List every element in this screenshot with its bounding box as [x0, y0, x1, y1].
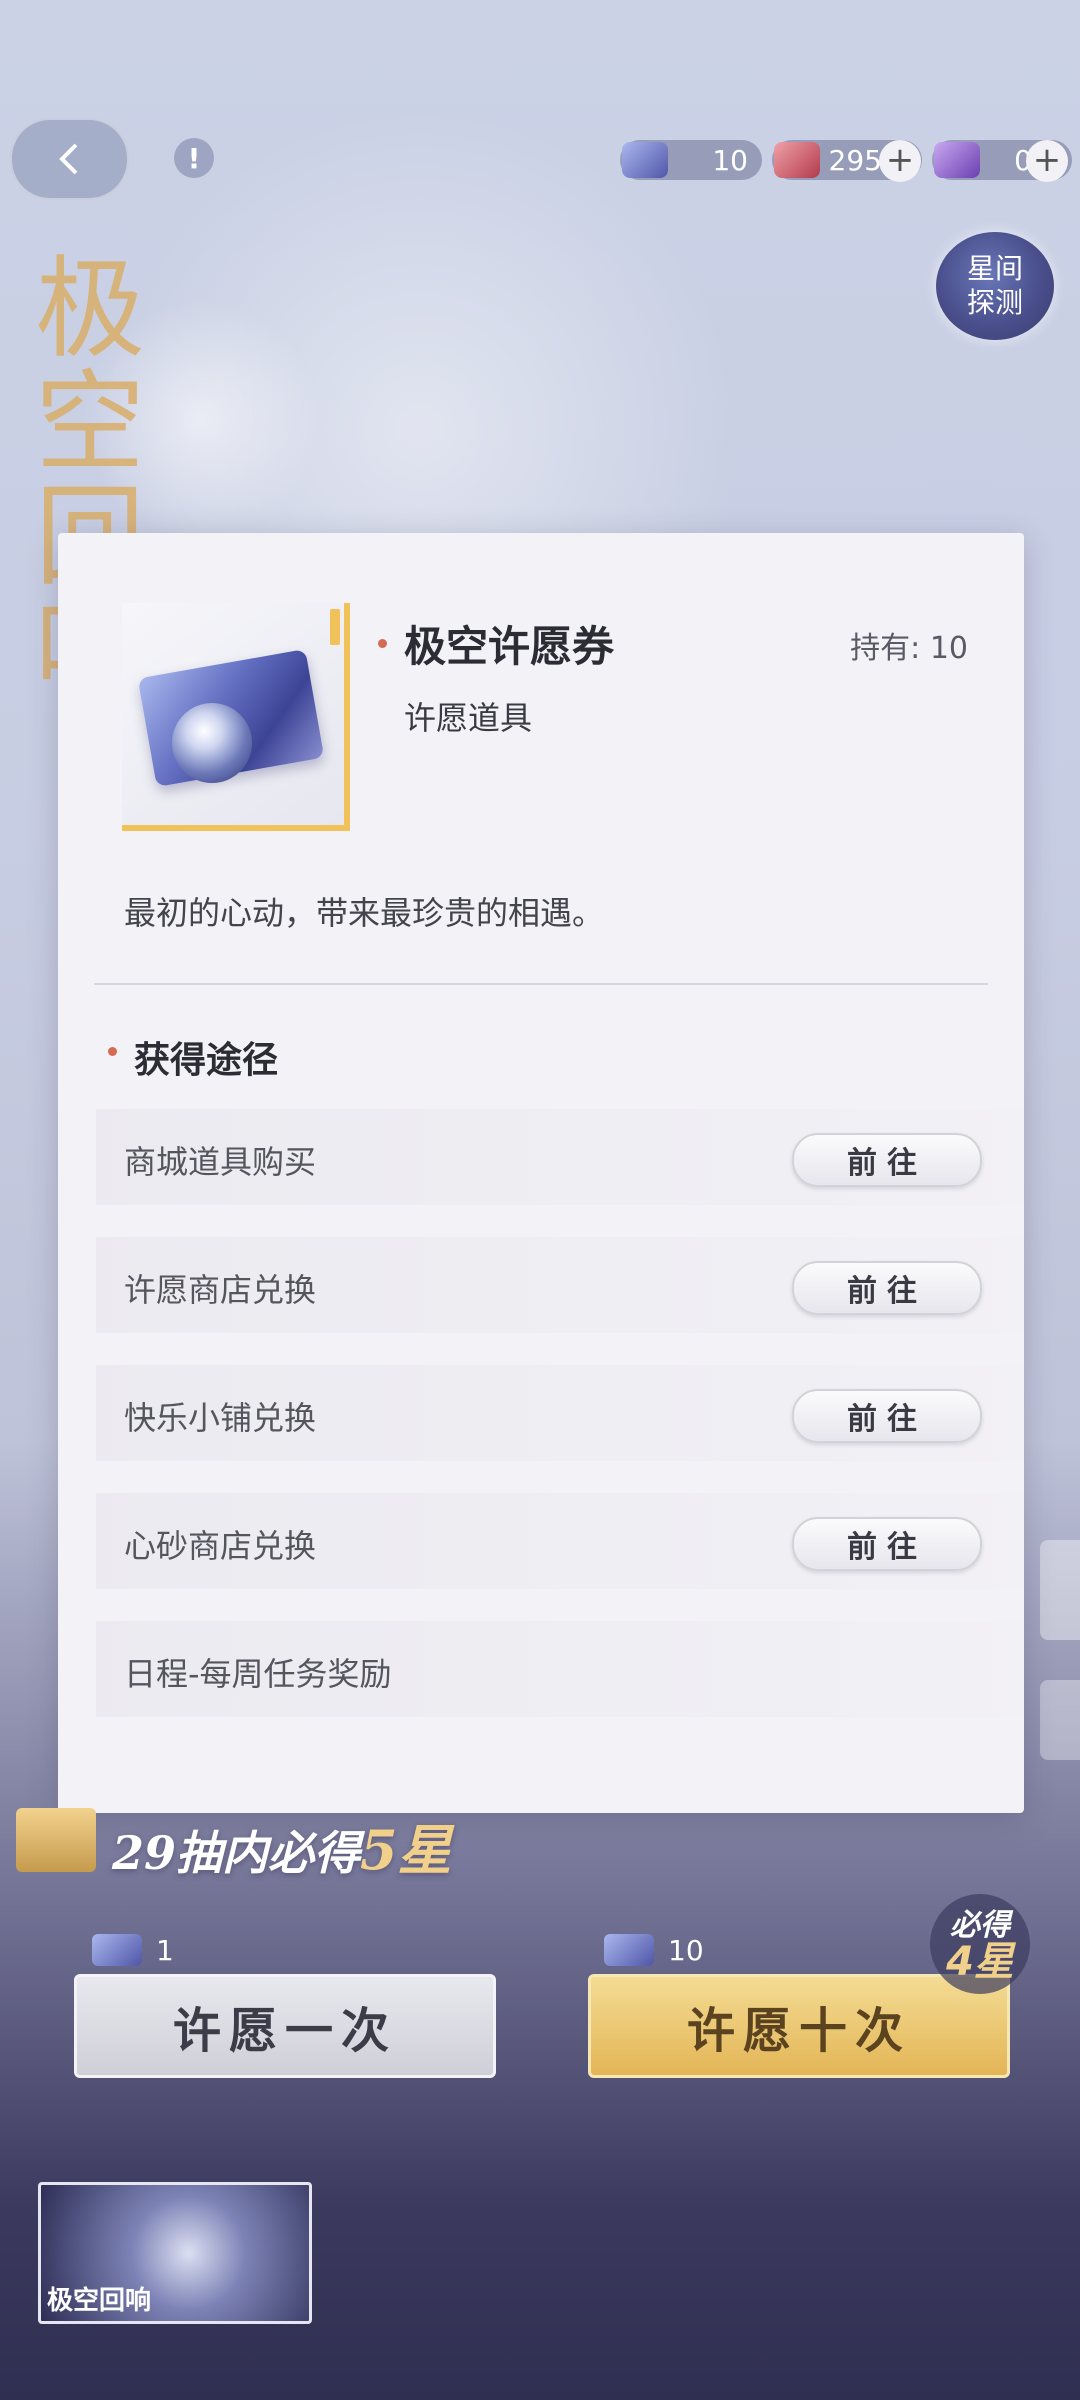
banner-thumbnail-label: 极空回响: [47, 2286, 152, 2316]
gift-icon: [16, 1808, 96, 1872]
item-name: 极空许愿券: [404, 622, 615, 671]
back-button[interactable]: [10, 118, 129, 200]
star-probe-button[interactable]: 星间 探测: [936, 232, 1054, 340]
wish-ten-cost: 10: [604, 1932, 704, 1968]
guarantee-line-2: 4星: [946, 1939, 1014, 1985]
route-row-weekly-task: 日程-每周任务奖励: [96, 1621, 1024, 1717]
item-detail-modal: 极空许愿券 许愿道具 持有: 10 最初的心动，带来最珍贵的相遇。 获得途径 商…: [58, 533, 1024, 1813]
ticket-icon: [92, 1934, 142, 1966]
wish-ten-button[interactable]: 许愿十次: [588, 1974, 1010, 2078]
route-row-wish-shop: 许愿商店兑换 前往: [96, 1237, 1024, 1333]
item-type: 许愿道具: [404, 699, 533, 737]
route-label: 心砂商店兑换: [124, 1527, 317, 1565]
section-dot: [108, 1047, 117, 1056]
item-description: 最初的心动，带来最珍贵的相遇。: [124, 894, 605, 932]
goto-button-happy-shop[interactable]: 前往: [792, 1389, 982, 1443]
route-row-heart-sand-shop: 心砂商店兑换 前往: [96, 1493, 1024, 1589]
route-label: 许愿商店兑换: [124, 1271, 317, 1309]
add-diamond-button[interactable]: +: [879, 140, 921, 182]
pity-text-b: 5星: [360, 1818, 452, 1882]
ticket-icon: [604, 1934, 654, 1966]
info-button[interactable]: !: [174, 138, 214, 178]
wish-ten-cost-value: 10: [668, 1933, 704, 1967]
section-title: 获得途径: [134, 1039, 279, 1081]
wish-once-button[interactable]: 许愿一次: [74, 1974, 496, 2078]
ticket-count: 10: [712, 143, 748, 177]
divider: [94, 983, 988, 985]
item-thumbnail: [122, 603, 350, 831]
star-probe-label-2: 探测: [966, 286, 1023, 319]
ticket-resource: 10: [620, 140, 762, 180]
crystal-icon: [934, 142, 980, 178]
ticket-icon: [622, 142, 668, 178]
chevron-left-icon: [58, 143, 77, 175]
wish-one-cost-value: 1: [156, 1933, 174, 1967]
item-held-count: 持有: 10: [850, 631, 968, 666]
goto-button-mall[interactable]: 前往: [792, 1133, 982, 1187]
info-icon: !: [187, 141, 201, 175]
route-label: 快乐小铺兑换: [124, 1399, 317, 1437]
guarantee-badge: 必得 4星: [930, 1894, 1030, 1994]
goto-button-wish-shop[interactable]: 前往: [792, 1261, 982, 1315]
star-probe-label-1: 星间: [966, 252, 1023, 285]
pity-text: 29抽内必得5星: [112, 1806, 452, 1885]
route-row-mall: 商城道具购买 前往: [96, 1109, 1024, 1205]
pity-text-a: 29抽内必得: [112, 1826, 361, 1880]
route-label: 商城道具购买: [124, 1143, 317, 1181]
side-tab[interactable]: [1040, 1540, 1080, 1640]
wish-ticket-orb: [172, 703, 252, 783]
diamond-icon: [774, 142, 820, 178]
wish-one-cost: 1: [92, 1932, 174, 1968]
route-row-happy-shop: 快乐小铺兑换 前往: [96, 1365, 1024, 1461]
banner-thumbnail[interactable]: 极空回响: [38, 2182, 312, 2324]
route-label: 日程-每周任务奖励: [124, 1655, 392, 1693]
add-crystal-button[interactable]: +: [1026, 140, 1068, 182]
goto-button-heart-sand-shop[interactable]: 前往: [792, 1517, 982, 1571]
title-dot: [378, 639, 387, 648]
rarity-tag: [330, 609, 340, 645]
side-tab-2[interactable]: [1040, 1680, 1080, 1760]
